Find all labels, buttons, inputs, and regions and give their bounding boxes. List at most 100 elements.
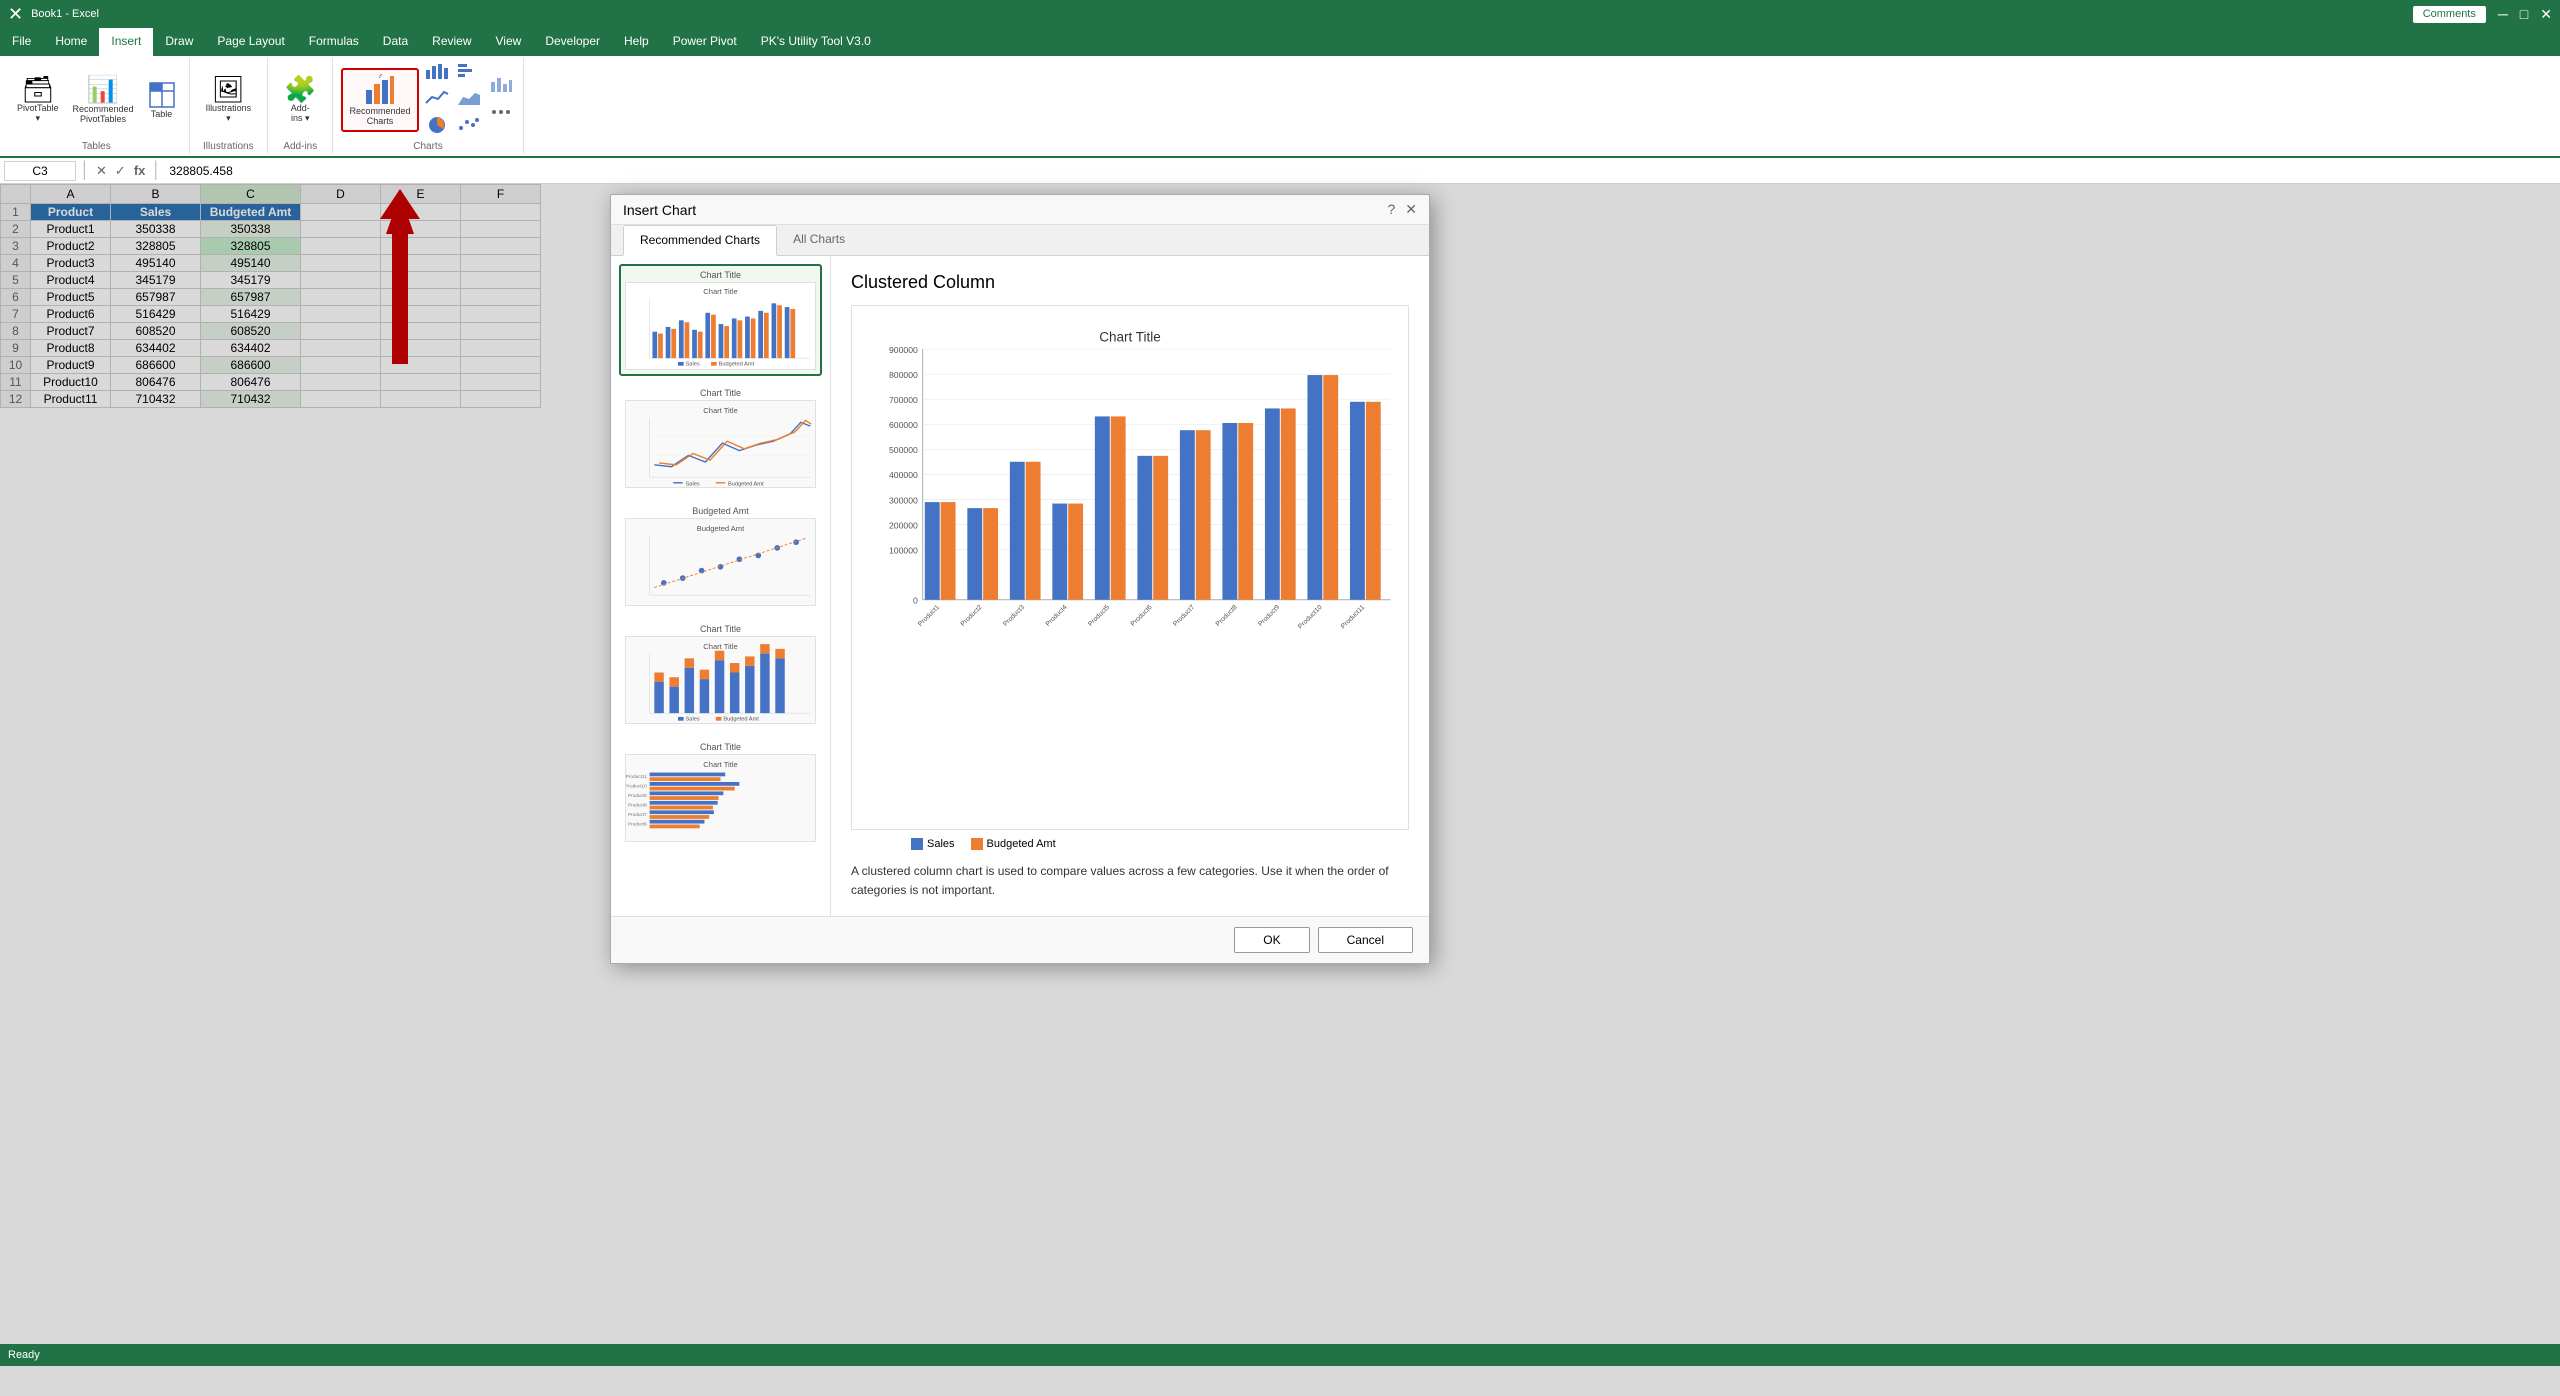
formula-divider2: │ bbox=[151, 163, 161, 179]
bar-chart-button[interactable] bbox=[455, 60, 483, 85]
thumb2-title: Chart Title bbox=[625, 388, 816, 398]
thumb5-title: Chart Title bbox=[625, 742, 816, 752]
legend-budgeted-color bbox=[971, 838, 983, 850]
svg-text:0: 0 bbox=[913, 596, 918, 606]
dialog-close-icon[interactable]: ✕ bbox=[1405, 201, 1417, 218]
svg-text:Product7: Product7 bbox=[628, 812, 647, 818]
svg-text:200000: 200000 bbox=[889, 520, 918, 530]
chart-thumbnail-list: Chart Title Chart Title bbox=[611, 256, 831, 916]
sparkline-button[interactable] bbox=[487, 74, 515, 99]
svg-text:Product8: Product8 bbox=[1215, 604, 1239, 628]
tab-pk-utility[interactable]: PK's Utility Tool V3.0 bbox=[749, 28, 883, 56]
svg-text:Chart Title: Chart Title bbox=[703, 642, 737, 651]
tab-recommended-charts[interactable]: Recommended Charts bbox=[623, 225, 777, 256]
chart-thumb-line[interactable]: Chart Title Chart Title bbox=[619, 382, 822, 494]
svg-text:700000: 700000 bbox=[889, 395, 918, 405]
illustrations-button[interactable]: 🖼 Illustrations▾ bbox=[198, 73, 260, 127]
tab-review[interactable]: Review bbox=[420, 28, 483, 56]
more-charts-button[interactable] bbox=[487, 101, 515, 126]
dialog-controls: ? ✕ bbox=[1387, 201, 1417, 218]
close-btn[interactable]: ✕ bbox=[2540, 6, 2552, 23]
ribbon-content: 🗃 PivotTable▾ 📊 RecommendedPivotTables T… bbox=[0, 56, 2560, 158]
pie-chart-button[interactable] bbox=[423, 114, 451, 139]
svg-text:Chart Title: Chart Title bbox=[703, 287, 737, 296]
table-button[interactable]: Table bbox=[143, 79, 181, 121]
svg-text:Product9: Product9 bbox=[628, 793, 647, 799]
dialog-title: Insert Chart bbox=[623, 202, 696, 218]
chart-thumb-stacked-bar[interactable]: Chart Title Chart Title bbox=[619, 618, 822, 730]
chart-preview-panel: Clustered Column Chart Title 900000 8000… bbox=[831, 256, 1429, 916]
line-chart-button[interactable] bbox=[423, 87, 451, 112]
cancel-formula-icon[interactable]: ✕ bbox=[94, 163, 109, 179]
thumb4-img: Chart Title bbox=[625, 636, 816, 724]
tab-developer[interactable]: Developer bbox=[533, 28, 612, 56]
dialog-help-icon[interactable]: ? bbox=[1387, 201, 1395, 218]
comments-button[interactable]: Comments bbox=[2413, 6, 2486, 23]
minimize-btn[interactable]: ─ bbox=[2498, 6, 2508, 23]
thumb2-img: Chart Title Sales bbox=[625, 400, 816, 488]
thumb4-title: Chart Title bbox=[625, 624, 816, 634]
chart-thumb-horizontal-bar[interactable]: Chart Title Chart Title Product11 Produc… bbox=[619, 736, 822, 848]
thumb3-title: Budgeted Amt bbox=[625, 506, 816, 516]
svg-text:Product4: Product4 bbox=[1045, 604, 1069, 628]
recommended-pivottables-button[interactable]: 📊 RecommendedPivotTables bbox=[68, 73, 139, 126]
tab-insert[interactable]: Insert bbox=[99, 28, 153, 56]
svg-text:Product10: Product10 bbox=[1297, 604, 1324, 631]
insert-function-icon[interactable]: fx bbox=[132, 163, 148, 178]
svg-text:900000: 900000 bbox=[889, 345, 918, 355]
formula-input[interactable]: 328805.458 bbox=[165, 161, 2556, 181]
svg-text:?: ? bbox=[378, 74, 383, 80]
tab-formulas[interactable]: Formulas bbox=[297, 28, 371, 56]
cell-ref-box[interactable] bbox=[4, 161, 76, 181]
area-chart-button[interactable] bbox=[455, 87, 483, 112]
thumb3-img: Budgeted Amt bbox=[625, 518, 816, 606]
svg-text:Product5: Product5 bbox=[1087, 604, 1111, 628]
column-chart-button[interactable] bbox=[423, 60, 451, 85]
svg-text:300000: 300000 bbox=[889, 495, 918, 505]
restore-btn[interactable]: □ bbox=[2520, 6, 2528, 23]
svg-text:Budgeted Amt: Budgeted Amt bbox=[697, 524, 745, 533]
add-ins-button[interactable]: 🧩 Add-ins ▾ bbox=[276, 73, 324, 127]
ribbon-group-charts: ? RecommendedCharts bbox=[333, 58, 523, 154]
chart-type-name: Clustered Column bbox=[851, 272, 1409, 293]
tab-draw[interactable]: Draw bbox=[153, 28, 205, 56]
tab-page-layout[interactable]: Page Layout bbox=[205, 28, 296, 56]
formula-bar: │ ✕ ✓ fx │ 328805.458 bbox=[0, 158, 2560, 184]
dialog-tabs: Recommended Charts All Charts bbox=[611, 225, 1429, 256]
illustrations-group-label: Illustrations bbox=[198, 141, 260, 152]
ok-button[interactable]: OK bbox=[1234, 927, 1309, 953]
svg-text:600000: 600000 bbox=[889, 420, 918, 430]
svg-text:Budgeted Amt: Budgeted Amt bbox=[728, 482, 764, 488]
dialog-body: Chart Title Chart Title bbox=[611, 256, 1429, 916]
svg-text:Product11: Product11 bbox=[1340, 604, 1367, 631]
chart-thumb-clustered-column[interactable]: Chart Title Chart Title bbox=[619, 264, 822, 376]
cancel-button[interactable]: Cancel bbox=[1318, 927, 1413, 953]
svg-text:Budgeted Amt: Budgeted Amt bbox=[723, 717, 759, 723]
tab-file[interactable]: File bbox=[0, 28, 43, 56]
ribbon-tabs: File Home Insert Draw Page Layout Formul… bbox=[0, 28, 2560, 56]
tab-home[interactable]: Home bbox=[43, 28, 99, 56]
scatter-chart-button[interactable] bbox=[455, 114, 483, 139]
svg-text:Product9: Product9 bbox=[1257, 604, 1281, 628]
tab-data[interactable]: Data bbox=[371, 28, 420, 56]
chart-thumb-scatter[interactable]: Budgeted Amt Budgeted Amt bbox=[619, 500, 822, 612]
pivot-table-button[interactable]: 🗃 PivotTable▾ bbox=[12, 73, 64, 127]
svg-text:Chart Title: Chart Title bbox=[1099, 329, 1161, 344]
dialog-footer: OK Cancel bbox=[611, 916, 1429, 963]
recommended-charts-button[interactable]: ? RecommendedCharts bbox=[341, 68, 418, 132]
svg-text:Product8: Product8 bbox=[628, 803, 647, 809]
tab-view[interactable]: View bbox=[484, 28, 534, 56]
dialog-title-bar: Insert Chart ? ✕ bbox=[611, 195, 1429, 225]
svg-text:Product1: Product1 bbox=[917, 604, 941, 628]
svg-text:Product10: Product10 bbox=[626, 784, 647, 790]
tab-help[interactable]: Help bbox=[612, 28, 661, 56]
ribbon-group-addins: 🧩 Add-ins ▾ Add-ins bbox=[268, 58, 333, 154]
tab-power-pivot[interactable]: Power Pivot bbox=[661, 28, 749, 56]
tab-all-charts[interactable]: All Charts bbox=[777, 225, 861, 255]
svg-text:800000: 800000 bbox=[889, 370, 918, 380]
chart-legend: Sales Budgeted Amt bbox=[911, 838, 1409, 850]
confirm-formula-icon[interactable]: ✓ bbox=[113, 163, 128, 179]
tables-group-label: Tables bbox=[12, 141, 181, 152]
legend-budgeted: Budgeted Amt bbox=[971, 838, 1056, 850]
thumb1-img: Chart Title bbox=[625, 282, 816, 370]
